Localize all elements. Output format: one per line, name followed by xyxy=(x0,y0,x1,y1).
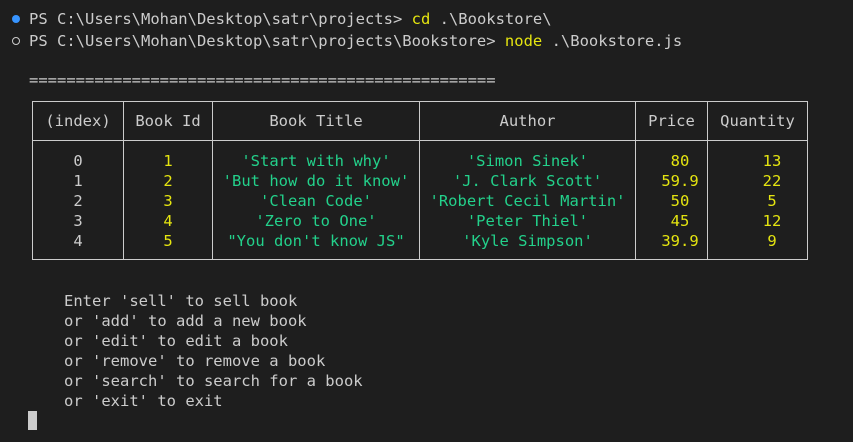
prompt-text: PS C:\Users\Mohan\Desktop\satr\projects> xyxy=(29,10,412,28)
cell-price: 50 xyxy=(635,191,708,211)
menu-line-add: or 'add' to add a new book xyxy=(64,312,307,330)
cell-author: 'Robert Cecil Martin' xyxy=(419,191,636,211)
cell-book-title: 'But how do it know' xyxy=(212,171,420,191)
quantity-value: 5 xyxy=(767,192,777,210)
cell-book-id: 2 xyxy=(123,171,213,191)
quantity-value: 9 xyxy=(767,232,777,250)
table-row: 4 5 "You don't know JS" 'Kyle Simpson' 3… xyxy=(32,231,808,260)
menu-line-remove: or 'remove' to remove a book xyxy=(64,352,326,370)
cell-price: 80 xyxy=(635,140,708,171)
cell-index: 1 xyxy=(32,171,124,191)
command-args: .\Bookstore\ xyxy=(430,10,552,28)
cell-quantity: 5 xyxy=(707,191,808,211)
column-header-book-title: Book Title xyxy=(212,101,420,141)
price-value: 59.9 xyxy=(661,172,699,190)
books-table: (index) Book Id Book Title Author Price … xyxy=(32,101,808,260)
price-value: 50 xyxy=(670,192,690,210)
terminal-input-cursor[interactable] xyxy=(28,411,37,430)
price-value: 80 xyxy=(670,152,690,170)
price-value: 39.9 xyxy=(661,232,699,250)
column-header-book-id: Book Id xyxy=(123,101,213,141)
cell-book-title: 'Start with why' xyxy=(212,140,420,171)
cell-price: 59.9 xyxy=(635,171,708,191)
command-running-decoration-icon[interactable] xyxy=(12,37,20,45)
quantity-value: 12 xyxy=(762,212,782,230)
cell-author: 'Simon Sinek' xyxy=(419,140,636,171)
cell-price: 39.9 xyxy=(635,231,708,260)
separator-line: ========================================… xyxy=(29,71,496,89)
command-line-1: PS C:\Users\Mohan\Desktop\satr\projects>… xyxy=(29,9,552,29)
prompt-text: PS C:\Users\Mohan\Desktop\satr\projects\… xyxy=(29,32,505,50)
cell-index: 3 xyxy=(32,211,124,231)
cell-author: 'Kyle Simpson' xyxy=(419,231,636,260)
cell-index: 0 xyxy=(32,140,124,171)
table-header-row: (index) Book Id Book Title Author Price … xyxy=(32,101,808,141)
column-header-quantity: Quantity xyxy=(707,101,808,141)
column-header-index: (index) xyxy=(32,101,124,141)
price-value: 45 xyxy=(670,212,690,230)
menu-line-search: or 'search' to search for a book xyxy=(64,372,363,390)
cell-author: 'J. Clark Scott' xyxy=(419,171,636,191)
cell-author: 'Peter Thiel' xyxy=(419,211,636,231)
cell-quantity: 12 xyxy=(707,211,808,231)
cell-book-title: "You don't know JS" xyxy=(212,231,420,260)
cell-book-id: 5 xyxy=(123,231,213,260)
column-header-price: Price xyxy=(635,101,708,141)
cell-quantity: 22 xyxy=(707,171,808,191)
menu-line-exit: or 'exit' to exit xyxy=(64,392,223,410)
cell-book-title: 'Zero to One' xyxy=(212,211,420,231)
menu-instructions: Enter 'sell' to sell book or 'add' to ad… xyxy=(64,291,363,411)
table-row: 0 1 'Start with why' 'Simon Sinek' 80 13 xyxy=(32,140,808,171)
cell-quantity: 13 xyxy=(707,140,808,171)
cell-book-id: 1 xyxy=(123,140,213,171)
cell-index: 4 xyxy=(32,231,124,260)
quantity-value: 13 xyxy=(762,152,782,170)
command-args: .\Bookstore.js xyxy=(542,32,683,50)
table-row: 3 4 'Zero to One' 'Peter Thiel' 45 12 xyxy=(32,211,808,231)
command-text: cd xyxy=(411,10,431,28)
menu-line-sell: Enter 'sell' to sell book xyxy=(64,292,298,310)
cell-quantity: 9 xyxy=(707,231,808,260)
table-row: 2 3 'Clean Code' 'Robert Cecil Martin' 5… xyxy=(32,191,808,211)
table-row: 1 2 'But how do it know' 'J. Clark Scott… xyxy=(32,171,808,191)
column-header-author: Author xyxy=(419,101,636,141)
quantity-value: 22 xyxy=(762,172,782,190)
cell-price: 45 xyxy=(635,211,708,231)
command-text: node xyxy=(504,32,543,50)
cell-book-id: 4 xyxy=(123,211,213,231)
menu-line-edit: or 'edit' to edit a book xyxy=(64,332,288,350)
command-success-decoration-icon[interactable] xyxy=(12,15,20,23)
command-line-2: PS C:\Users\Mohan\Desktop\satr\projects\… xyxy=(29,31,682,51)
cell-book-id: 3 xyxy=(123,191,213,211)
cell-index: 2 xyxy=(32,191,124,211)
cell-book-title: 'Clean Code' xyxy=(212,191,420,211)
